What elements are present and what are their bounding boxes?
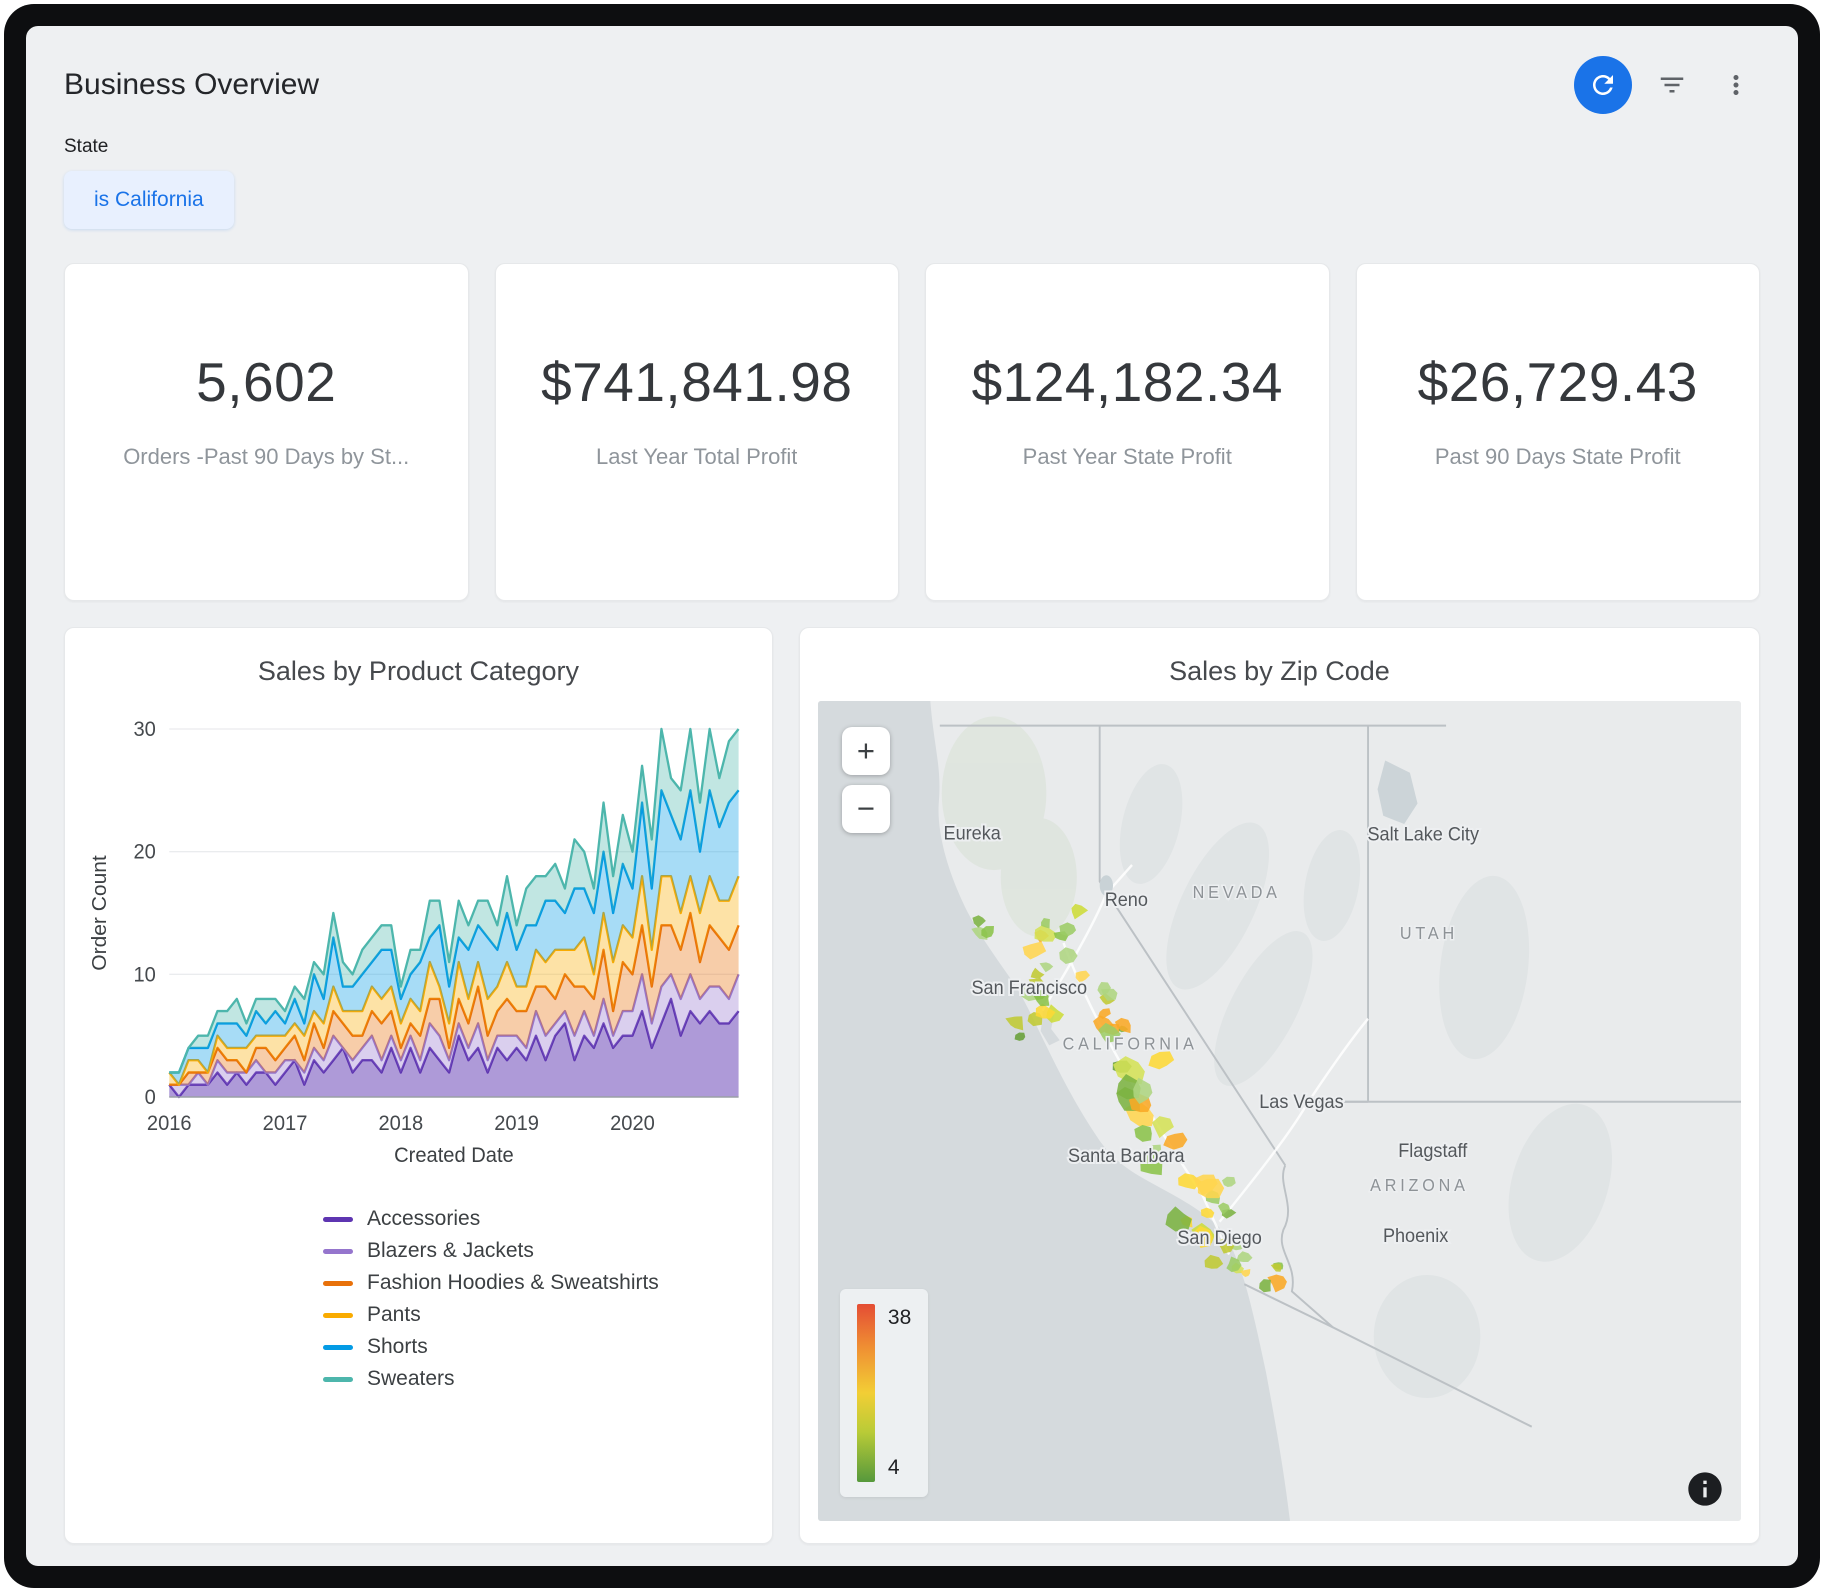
map-label-salt-lake-city: Salt Lake City (1367, 823, 1479, 845)
map-label-reno: Reno (1105, 888, 1148, 910)
map-label-arizona: ARIZONA (1370, 1175, 1468, 1195)
map-label-las-vegas: Las Vegas (1259, 1090, 1343, 1112)
legend-label: Pants (367, 1303, 421, 1327)
scorecard-label: Last Year Total Profit (596, 444, 797, 470)
zip-code-map[interactable]: Eureka Reno Salt Lake City San Francisco Las… (818, 701, 1741, 1521)
color-scale-max: 38 (888, 1306, 911, 1330)
scorecard-label: Past 90 Days State Profit (1435, 444, 1681, 470)
svg-text:2019: 2019 (494, 1112, 539, 1135)
legend-item-accessories: Accessories (323, 1207, 754, 1231)
scorecard-past-90-days-state-profit: $26,729.43 Past 90 Days State Profit (1356, 263, 1761, 601)
svg-text:2017: 2017 (263, 1112, 308, 1135)
refresh-icon (1588, 70, 1618, 100)
legend-swatch (323, 1377, 353, 1382)
legend-label: Fashion Hoodies & Sweatshirts (367, 1271, 659, 1295)
y-axis-title: Order Count (88, 855, 111, 971)
zoom-out-button[interactable]: − (842, 785, 890, 833)
legend-swatch (323, 1313, 353, 1318)
svg-text:20: 20 (133, 840, 155, 863)
legend-item-fashion-hoodies-sweatshirts: Fashion Hoodies & Sweatshirts (323, 1271, 754, 1295)
category-chart-card: Sales by Product Category 0 10 20 30 2016 201… (64, 627, 773, 1544)
scorecard-last-year-total-profit: $741,841.98 Last Year Total Profit (495, 263, 900, 601)
legend-swatch (323, 1345, 353, 1350)
dashboard-canvas: Business Overview State is California (26, 26, 1798, 1566)
map-label-san-diego: San Diego (1177, 1227, 1261, 1249)
legend-label: Accessories (367, 1207, 480, 1231)
zip-map-card: Sales by Zip Code (799, 627, 1760, 1544)
header-actions (1574, 56, 1760, 114)
color-scale-gradient (857, 1304, 875, 1482)
map-label-san-francisco: San Francisco (971, 977, 1087, 999)
info-icon (1685, 1469, 1725, 1509)
charts-row: Sales by Product Category 0 10 20 30 2016 201… (64, 627, 1760, 1544)
scorecard-orders: 5,602 Orders -Past 90 Days by St... (64, 263, 469, 601)
scorecard-row: 5,602 Orders -Past 90 Days by St... $741… (64, 263, 1760, 601)
legend-swatch (323, 1217, 353, 1222)
filter-field-label: State (64, 136, 1760, 158)
legend-item-blazers-jackets: Blazers & Jackets (323, 1239, 754, 1263)
chart-legend: Accessories Blazers & Jackets Fashion Hood… (323, 1207, 754, 1391)
legend-item-pants: Pants (323, 1303, 754, 1327)
scorecard-value: $26,729.43 (1418, 350, 1698, 414)
color-scale-min: 4 (888, 1456, 911, 1480)
map-container[interactable]: Eureka Reno Salt Lake City San Francisco Las… (818, 701, 1741, 1521)
svg-text:2016: 2016 (147, 1112, 192, 1135)
map-label-california: CALIFORNIA (1063, 1034, 1198, 1054)
header: Business Overview (64, 54, 1760, 116)
category-chart-title: Sales by Product Category (83, 656, 754, 687)
scorecard-label: Orders -Past 90 Days by St... (123, 444, 409, 470)
map-info-button[interactable] (1685, 1469, 1725, 1509)
map-zoom-control: + − (842, 727, 890, 833)
refresh-button[interactable] (1574, 56, 1632, 114)
map-label-flagstaff: Flagstaff (1398, 1140, 1468, 1162)
page-title: Business Overview (64, 68, 319, 102)
map-label-nevada: NEVADA (1193, 882, 1281, 902)
dashboard-frame: Business Overview State is California (4, 4, 1820, 1588)
svg-text:30: 30 (133, 718, 155, 741)
scorecard-label: Past Year State Profit (1023, 444, 1232, 470)
map-label-utah: UTAH (1400, 923, 1458, 943)
scorecard-value: 5,602 (196, 350, 336, 414)
svg-text:2020: 2020 (610, 1112, 655, 1135)
svg-text:0: 0 (145, 1086, 156, 1109)
category-time-series-chart[interactable]: 010203020162017201820192020 Order Count … (83, 703, 754, 1173)
filter-icon (1657, 70, 1687, 100)
map-label-santa-barbara: Santa Barbara (1068, 1145, 1185, 1167)
legend-item-shorts: Shorts (323, 1335, 754, 1359)
map-label-phoenix: Phoenix (1383, 1225, 1449, 1247)
zoom-in-button[interactable]: + (842, 727, 890, 775)
chart-series-areas[interactable] (169, 729, 738, 1097)
x-axis-title: Created Date (394, 1144, 514, 1167)
map-label-eureka: Eureka (943, 822, 1001, 844)
legend-label: Shorts (367, 1335, 428, 1359)
scorecard-value: $124,182.34 (972, 350, 1283, 414)
more-options-button[interactable] (1712, 61, 1760, 109)
filter-bar: State is California (64, 136, 1760, 229)
legend-label: Sweaters (367, 1367, 455, 1391)
map-color-scale: 38 4 (840, 1289, 928, 1497)
kebab-icon (1721, 70, 1751, 100)
scorecard-past-year-state-profit: $124,182.34 Past Year State Profit (925, 263, 1330, 601)
legend-label: Blazers & Jackets (367, 1239, 534, 1263)
svg-text:2018: 2018 (378, 1112, 423, 1135)
zip-map-title: Sales by Zip Code (818, 656, 1741, 687)
filter-button[interactable] (1648, 61, 1696, 109)
scorecard-value: $741,841.98 (541, 350, 852, 414)
legend-item-sweaters: Sweaters (323, 1367, 754, 1391)
state-filter-chip[interactable]: is California (64, 171, 234, 229)
legend-swatch (323, 1249, 353, 1254)
svg-text:10: 10 (133, 963, 155, 986)
legend-swatch (323, 1281, 353, 1286)
